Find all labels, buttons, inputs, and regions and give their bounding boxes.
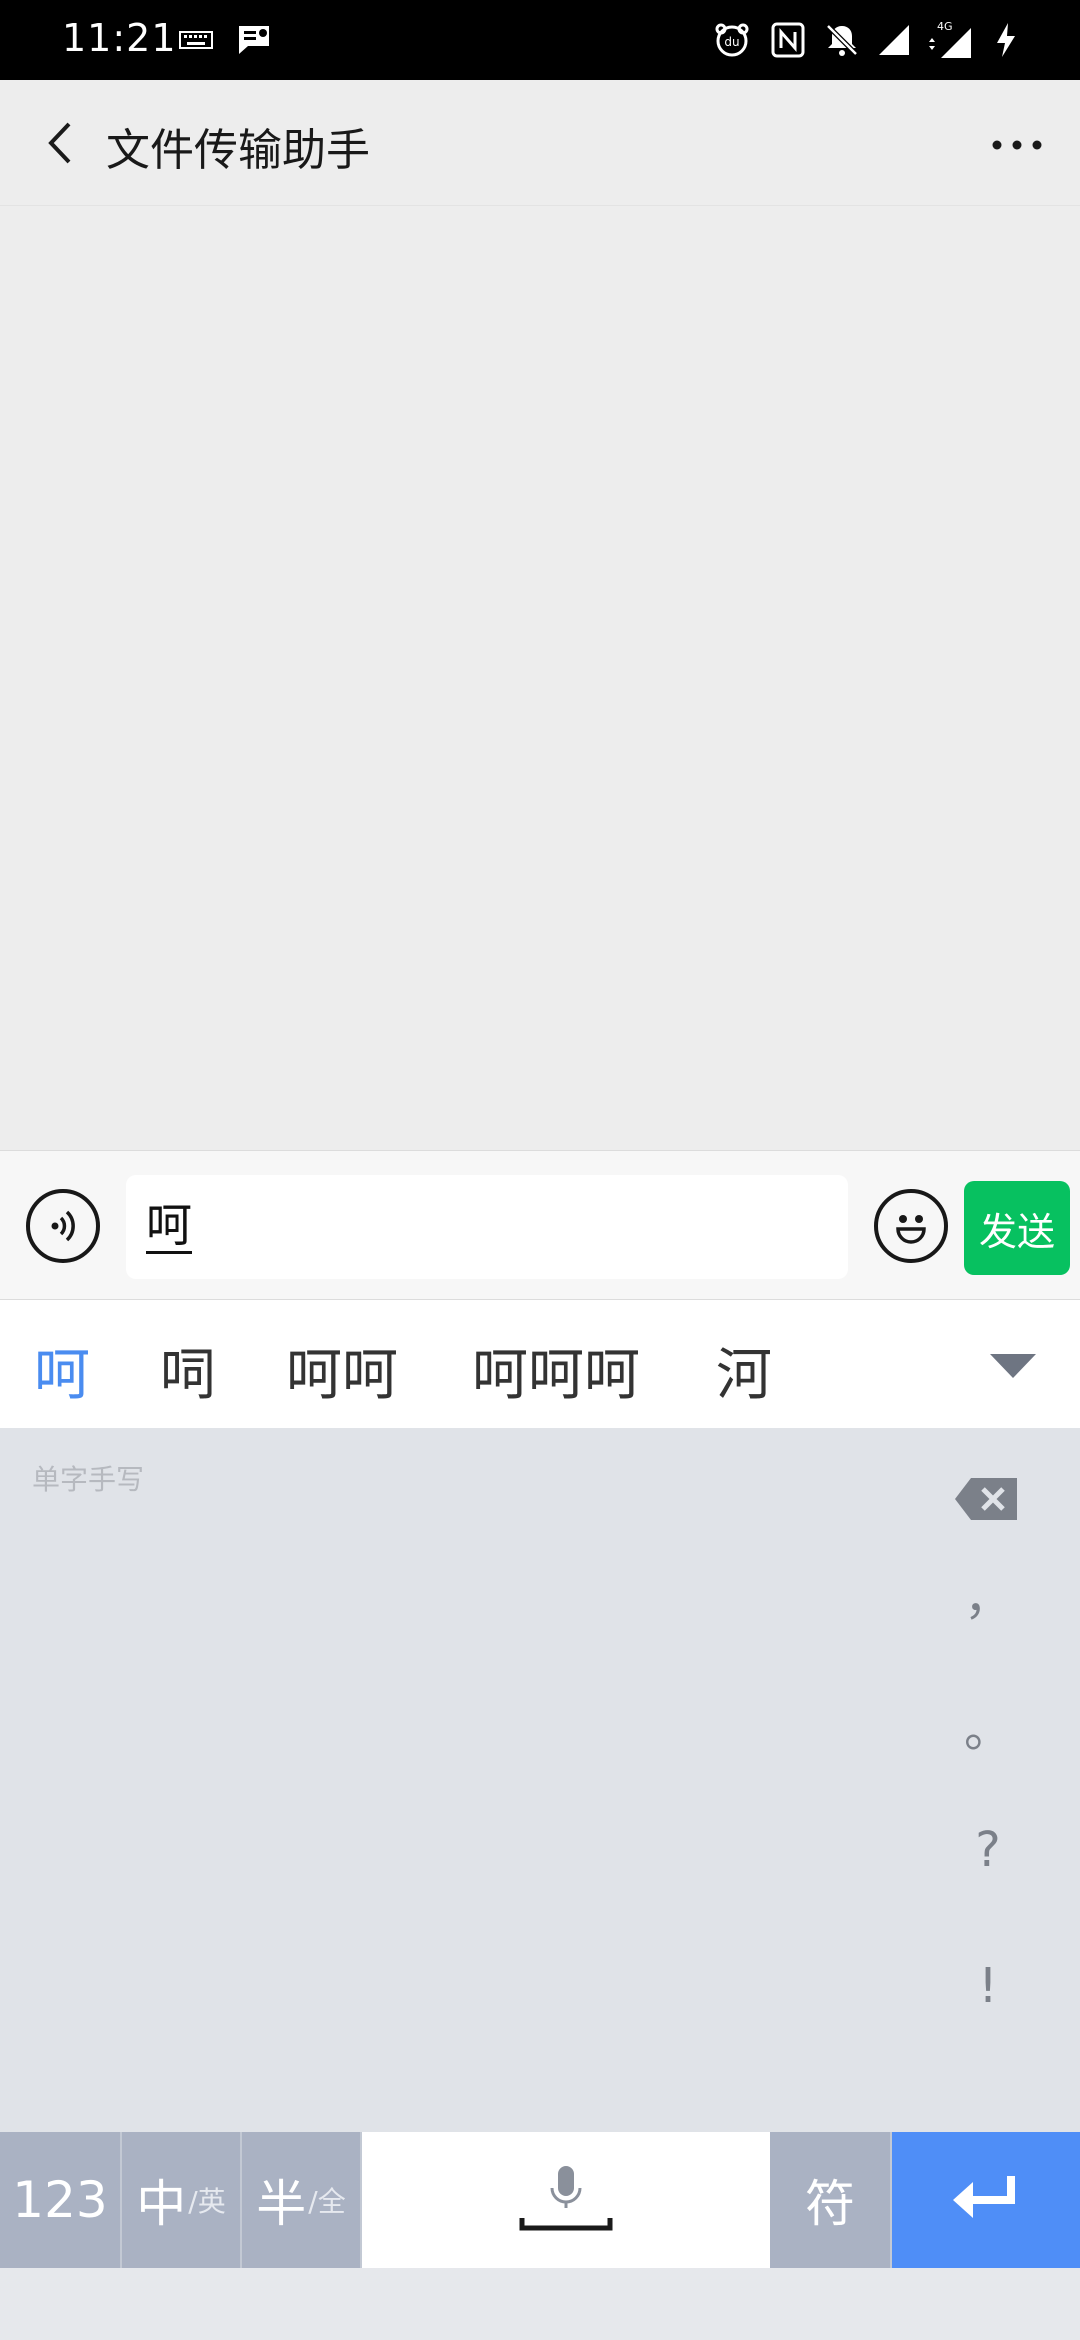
backspace-icon	[955, 1478, 1017, 1520]
more-button[interactable]	[982, 110, 1052, 180]
candidate-item[interactable]: 呞	[160, 1330, 216, 1411]
comma-key[interactable]: ，	[960, 1558, 1016, 1628]
input-bar: 呵 发送	[0, 1150, 1080, 1300]
space-key[interactable]	[362, 2132, 770, 2268]
back-arrow-icon	[48, 122, 71, 164]
voice-button[interactable]	[26, 1189, 100, 1263]
question-key[interactable]: ?	[960, 1822, 1016, 1878]
symbols-key[interactable]: 符	[770, 2132, 892, 2268]
status-bar: 11:21 du 4G	[0, 0, 1080, 80]
width-toggle-key[interactable]: 半/全	[242, 2132, 362, 2268]
numbers-key[interactable]: 123	[0, 2132, 122, 2268]
signal-icon	[874, 18, 914, 62]
triangle-down-icon	[990, 1354, 1036, 1378]
more-dots-icon	[992, 140, 1042, 150]
signal-4g-icon: 4G	[924, 18, 976, 62]
candidate-item[interactable]: 呵呵呵	[472, 1330, 640, 1411]
svg-text:4G: 4G	[937, 20, 953, 33]
keyboard-icon	[176, 18, 216, 62]
emoji-button[interactable]	[874, 1189, 948, 1263]
backspace-button[interactable]	[952, 1474, 1022, 1524]
sms-icon	[234, 18, 274, 62]
language-main-label: 中	[136, 2175, 187, 2233]
keyboard-bottom-row: 123 中/英 半/全 符	[0, 2132, 1080, 2268]
handwriting-hint: 单字手写	[32, 1463, 145, 1496]
handwriting-pad[interactable]: 单字手写 ， 。 ? !	[0, 1428, 1080, 2132]
navigation-strip	[0, 2268, 1080, 2340]
language-sub-label: /英	[188, 2185, 226, 2218]
chat-header: 文件传输助手	[0, 80, 1080, 206]
exclamation-key[interactable]: !	[960, 1958, 1016, 2014]
mic-icon	[519, 2166, 613, 2231]
language-toggle-key[interactable]: 中/英	[122, 2132, 242, 2268]
candidate-item[interactable]: 呵	[34, 1330, 90, 1411]
voice-icon	[51, 1210, 75, 1242]
width-sub-label: /全	[308, 2185, 346, 2218]
width-main-label: 半	[256, 2175, 307, 2233]
chat-title: 文件传输助手	[106, 125, 370, 176]
enter-key[interactable]	[892, 2132, 1080, 2268]
status-time: 11:21	[62, 16, 177, 60]
svg-text:du: du	[724, 35, 739, 49]
nfc-icon	[766, 18, 810, 62]
emoji-icon	[896, 1215, 926, 1244]
candidate-item[interactable]: 呵呵	[286, 1330, 398, 1411]
message-input[interactable]: 呵	[126, 1175, 848, 1279]
candidate-item[interactable]: 河	[716, 1330, 772, 1411]
charging-icon	[988, 18, 1024, 62]
send-button[interactable]: 发送	[964, 1181, 1070, 1275]
expand-candidates-button[interactable]	[986, 1346, 1040, 1386]
mute-icon	[820, 18, 864, 62]
chat-message-area[interactable]	[0, 206, 1080, 1150]
enter-icon	[953, 2176, 1015, 2218]
back-button[interactable]	[24, 108, 94, 178]
message-input-text: 呵	[146, 1198, 192, 1254]
candidate-bar: 呵 呞 呵呵 呵呵呵 河	[0, 1300, 1080, 1428]
baidu-icon: du	[710, 18, 754, 62]
period-key[interactable]: 。	[960, 1690, 1016, 1760]
